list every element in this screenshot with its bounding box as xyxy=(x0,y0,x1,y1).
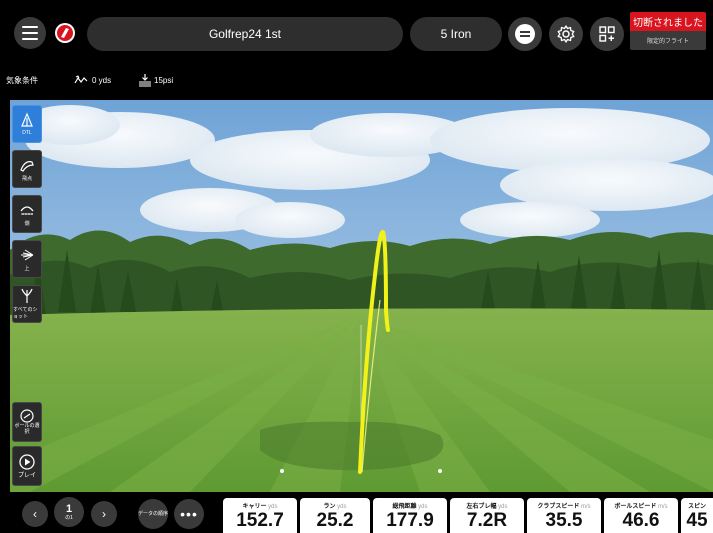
layout-button[interactable] xyxy=(590,17,624,51)
grid-add-icon xyxy=(599,26,615,42)
metric-ball-speed[interactable]: ボールスピード m/s 46.6 xyxy=(604,498,678,533)
tee-marker-left xyxy=(280,469,284,473)
chevron-left-icon: ‹ xyxy=(33,507,37,521)
golf-ball-icon xyxy=(20,409,34,423)
status-limited-flight: 限定的フライト xyxy=(630,31,706,50)
weather-row: 気象条件 0 yds 15psi xyxy=(0,62,713,98)
club-selector[interactable]: 5 Iron xyxy=(410,17,502,51)
all-shots-icon xyxy=(21,288,33,303)
range-scene-graphic xyxy=(10,100,713,492)
range-view[interactable] xyxy=(10,100,713,492)
play-icon xyxy=(19,453,35,470)
pressure-icon xyxy=(139,74,151,87)
tee-marker-right xyxy=(438,469,442,473)
more-button[interactable]: ••• xyxy=(174,499,204,529)
previous-shot-button[interactable]: ‹ xyxy=(22,501,48,527)
shot-counter[interactable]: 1 の1 xyxy=(54,497,84,527)
view-toolbar: DTL 飛点 側 上 すべてのショット xyxy=(12,105,44,330)
view-landing-button[interactable]: 飛点 xyxy=(12,150,42,188)
trajectory-shadow xyxy=(260,421,444,471)
wind-value: 0 yds xyxy=(92,75,112,85)
equal-circle-icon xyxy=(515,24,535,44)
more-dots-icon: ••• xyxy=(180,506,198,522)
metric-spin[interactable]: スピン 45 xyxy=(681,498,713,533)
app-logo-icon xyxy=(55,23,75,43)
metric-run[interactable]: ラン yds 25.2 xyxy=(300,498,370,533)
wind-icon xyxy=(74,75,88,84)
data-order-button[interactable]: データの順序 xyxy=(138,499,168,529)
ball-select-button[interactable]: ボールの選択 xyxy=(12,402,42,442)
connection-status[interactable]: 切断されました 限定的フライト xyxy=(630,12,706,52)
play-button[interactable]: プレイ xyxy=(12,446,42,486)
view-side-button[interactable]: 側 xyxy=(12,195,42,233)
view-top-button[interactable]: 上 xyxy=(12,240,42,278)
status-disconnected: 切断されました xyxy=(630,12,706,31)
view-all-shots-button[interactable]: すべてのショット xyxy=(12,285,42,323)
chevron-right-icon: › xyxy=(102,507,106,521)
shot-total: の1 xyxy=(65,515,73,521)
gear-icon xyxy=(557,25,575,43)
bottom-bar: ‹ 1 の1 › データの順序 ••• キャリー yds 152.7 ラン yd… xyxy=(0,494,713,533)
session-title[interactable]: Golfrep24 1st xyxy=(87,17,403,51)
pressure-value: 15psi xyxy=(154,75,174,85)
weather-label[interactable]: 気象条件 xyxy=(6,75,38,86)
metric-total-distance[interactable]: 総飛距離 yds 177.9 xyxy=(373,498,447,533)
shot-list-button[interactable] xyxy=(508,17,542,51)
metric-club-speed[interactable]: クラブスピード m/s 35.5 xyxy=(527,498,601,533)
view-dtl-button[interactable]: DTL xyxy=(12,105,42,143)
dtl-view-icon xyxy=(21,112,33,127)
shot-number: 1 xyxy=(65,503,73,515)
top-view-icon xyxy=(21,249,34,260)
top-bar: Golfrep24 1st 5 Iron 切断されました 限定的フライト xyxy=(0,0,713,60)
side-view-icon xyxy=(20,205,34,215)
metric-carry[interactable]: キャリー yds 152.7 xyxy=(223,498,297,533)
settings-button[interactable] xyxy=(549,17,583,51)
landing-view-icon xyxy=(20,160,34,172)
metric-side[interactable]: 左右ブレ幅 yds 7.2R xyxy=(450,498,524,533)
menu-icon[interactable] xyxy=(14,17,46,49)
next-shot-button[interactable]: › xyxy=(91,501,117,527)
